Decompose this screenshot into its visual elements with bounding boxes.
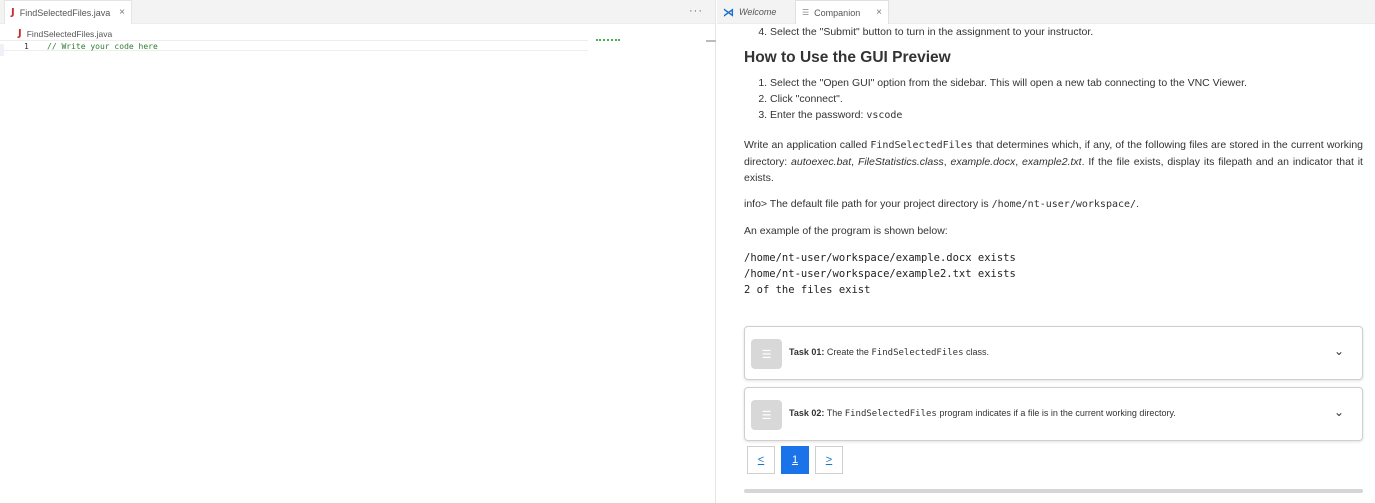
chevron-down-icon[interactable]: ⌄ xyxy=(1334,405,1344,419)
line-number: 1 xyxy=(24,42,29,51)
gui-step-3: Enter the password: vscode xyxy=(770,107,1363,123)
preview-icon: ☰ xyxy=(802,8,810,17)
close-icon[interactable]: × xyxy=(876,7,882,18)
gui-heading: How to Use the GUI Preview xyxy=(744,49,951,66)
java-file-icon: J xyxy=(18,28,22,39)
java-file-icon: J xyxy=(11,7,15,18)
code-comment[interactable]: // Write your code here xyxy=(47,41,158,52)
task-card-01[interactable]: ☰ Task 01: Create the FindSelectedFiles … xyxy=(744,326,1363,380)
companion-content: Select the "Submit" button to turn in th… xyxy=(744,24,1363,298)
task-checklist-icon: ☰ xyxy=(751,339,782,369)
pagination: < 1 > xyxy=(747,446,849,474)
editor-tab-findselectedfiles[interactable]: J FindSelectedFiles.java × xyxy=(4,0,132,24)
step-submit: Select the "Submit" button to turn in th… xyxy=(770,24,1363,40)
task-01-text: Task 01: Create the FindSelectedFiles cl… xyxy=(789,347,990,358)
editor-tabbar: J FindSelectedFiles.java × ··· xyxy=(0,0,715,24)
companion-tabbar: ⋊ Welcome ☰ Companion × xyxy=(717,0,1375,24)
example-output: /home/nt-user/workspace/example.docx exi… xyxy=(744,252,1016,296)
code-editor[interactable]: 1 // Write your code here xyxy=(0,39,716,503)
tab-companion-label: Companion xyxy=(814,7,861,18)
next-page-button[interactable]: > xyxy=(815,446,843,474)
gui-step-2: Click "connect". xyxy=(770,91,1363,107)
tab-welcome-label: Welcome xyxy=(739,7,777,17)
submit-steps: Select the "Submit" button to turn in th… xyxy=(744,24,1363,40)
info-note: info> The default file path for your pro… xyxy=(744,198,1139,210)
page-1-button[interactable]: 1 xyxy=(781,446,809,474)
editor-tab-label: FindSelectedFiles.java xyxy=(19,7,111,18)
prev-page-button[interactable]: < xyxy=(747,446,775,474)
tab-companion[interactable]: ☰ Companion × xyxy=(795,0,889,24)
gui-step-1: Select the "Open GUI" option from the si… xyxy=(770,75,1363,91)
breadcrumb-file: FindSelectedFiles.java xyxy=(26,28,113,39)
tab-welcome[interactable]: ⋊ Welcome xyxy=(717,0,795,24)
companion-pane: ⋊ Welcome ☰ Companion × Select the "Subm… xyxy=(717,0,1375,503)
task-card-02[interactable]: ☰ Task 02: The FindSelectedFiles program… xyxy=(744,387,1363,441)
scrollbar[interactable] xyxy=(706,40,716,42)
editor-pane: J FindSelectedFiles.java × ··· J FindSel… xyxy=(0,0,716,503)
assignment-description: Write an application called FindSelected… xyxy=(744,139,1363,184)
vscode-icon: ⋊ xyxy=(723,6,734,19)
example-intro: An example of the program is shown below… xyxy=(744,225,948,237)
gui-steps: Select the "Open GUI" option from the si… xyxy=(744,75,1363,123)
code-line[interactable]: 1 // Write your code here xyxy=(0,40,588,51)
horizontal-scrollbar[interactable] xyxy=(744,489,1363,493)
class-name-code: FindSelectedFiles xyxy=(870,140,973,151)
chevron-down-icon[interactable]: ⌄ xyxy=(1334,344,1344,358)
more-actions-icon[interactable]: ··· xyxy=(689,5,703,17)
gutter-marker xyxy=(0,44,4,56)
minimap[interactable] xyxy=(596,39,620,41)
task-02-text: Task 02: The FindSelectedFiles program i… xyxy=(789,408,1176,419)
password-code: vscode xyxy=(866,110,903,121)
close-icon[interactable]: × xyxy=(119,7,125,18)
task-checklist-icon: ☰ xyxy=(751,400,782,430)
path-code: /home/nt-user/workspace/ xyxy=(991,199,1137,210)
